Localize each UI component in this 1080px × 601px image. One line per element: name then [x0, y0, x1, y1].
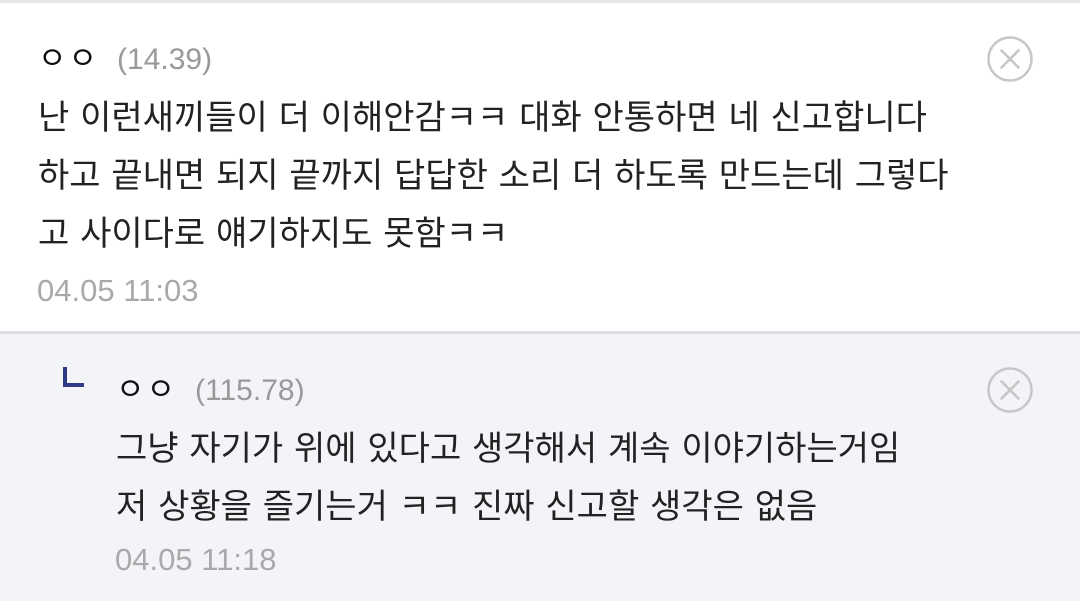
reply-nickname[interactable]: ㅇㅇ — [116, 364, 177, 409]
reply-ip: (115.78) — [195, 374, 305, 407]
comment-line: 난 이런새끼들이 더 이해안감ㅋㅋ 대화 안통하면 네 신고합니다 — [38, 98, 927, 138]
comment-author: ㅇㅇ (14.39) — [38, 33, 212, 78]
reply-item: ㅇㅇ (115.78) 그냥 자기가 위에 있다고 생각해서 계속 이야기하는거… — [0, 334, 1080, 601]
comment-item: ㅇㅇ (14.39) 난 이런새끼들이 더 이해안감ㅋㅋ 대화 안통하면 네 신… — [0, 3, 1080, 331]
reply-body: 그냥 자기가 위에 있다고 생각해서 계속 이야기하는거임 저 상황을 즐기는거… — [116, 420, 900, 536]
comment-nickname[interactable]: ㅇㅇ — [38, 33, 99, 78]
reply-arrow-icon — [62, 365, 88, 393]
reply-line: 저 상황을 즐기는거 ㅋㅋ 진짜 신고할 생각은 없음 — [116, 487, 818, 527]
comment-thread: ㅇㅇ (14.39) 난 이런새끼들이 더 이해안감ㅋㅋ 대화 안통하면 네 신… — [0, 0, 1080, 601]
comment-timestamp: 04.05 11:03 — [37, 273, 199, 308]
comment-ip: (14.39) — [117, 43, 213, 76]
circle-x-icon — [987, 36, 1033, 82]
reply-author: ㅇㅇ (115.78) — [116, 364, 305, 409]
delete-reply-button[interactable] — [986, 366, 1034, 414]
reply-line: 그냥 자기가 위에 있다고 생각해서 계속 이야기하는거임 — [116, 429, 901, 469]
comment-body: 난 이런새끼들이 더 이해안감ㅋㅋ 대화 안통하면 네 신고합니다 하고 끝내면… — [38, 89, 949, 263]
reply-timestamp: 04.05 11:18 — [115, 542, 277, 577]
delete-comment-button[interactable] — [986, 35, 1034, 83]
circle-x-icon — [987, 367, 1033, 413]
comment-line: 고 사이다로 얘기하지도 못함ㅋㅋ — [38, 214, 509, 254]
comment-line: 하고 끝내면 되지 끝까지 답답한 소리 더 하도록 만드는데 그렇다 — [38, 156, 949, 196]
